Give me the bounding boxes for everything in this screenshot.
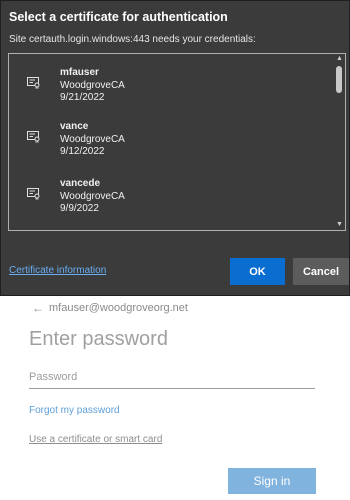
certificate-dialog: Select a certificate for authentication … (0, 0, 350, 296)
certificate-information-link[interactable]: Certificate information (9, 265, 106, 276)
certificate-details: mfauser WoodgroveCA 9/21/2022 (60, 67, 125, 105)
dialog-subtitle: Site certauth.login.windows:443 needs yo… (9, 34, 256, 45)
certificate-date: 9/21/2022 (60, 92, 105, 103)
certificate-issuer: WoodgroveCA (60, 133, 125, 145)
dialog-title: Select a certificate for authentication (9, 10, 228, 24)
certificate-list: mfauser WoodgroveCA 9/21/2022 vance Wood… (8, 53, 346, 231)
certificate-date: 9/9/2022 (60, 203, 99, 214)
certificate-issuer: WoodgroveCA (60, 190, 125, 202)
cancel-button[interactable]: Cancel (293, 258, 349, 285)
certificate-details: vance WoodgroveCA 9/12/2022 (60, 121, 125, 159)
list-scrollbar[interactable]: ▲ ▼ (334, 54, 345, 230)
certificate-item-vance[interactable]: vance WoodgroveCA 9/12/2022 (9, 121, 335, 173)
sign-in-button[interactable]: Sign in (228, 468, 316, 494)
scroll-thumb[interactable] (336, 66, 342, 93)
certificate-icon (27, 131, 40, 143)
scroll-up-icon[interactable]: ▲ (334, 54, 345, 64)
certificate-item-vancede[interactable]: vancede WoodgroveCA 9/9/2022 (9, 178, 335, 230)
scroll-down-icon[interactable]: ▼ (334, 220, 345, 230)
back-arrow-icon[interactable]: ← (32, 301, 44, 315)
ok-button[interactable]: OK (230, 258, 285, 285)
account-email: mfauser@woodgroveorg.net (49, 302, 188, 314)
certificate-issuer: WoodgroveCA (60, 79, 125, 91)
certificate-icon (27, 188, 40, 200)
page-title: Enter password (29, 328, 168, 350)
certificate-icon (27, 77, 40, 89)
certificate-details: vancede WoodgroveCA 9/9/2022 (60, 178, 125, 216)
password-field[interactable] (29, 366, 315, 389)
certificate-item-mfauser[interactable]: mfauser WoodgroveCA 9/21/2022 (9, 67, 335, 119)
certificate-name: vance (60, 121, 89, 132)
forgot-password-link[interactable]: Forgot my password (29, 405, 120, 416)
certificate-date: 9/12/2022 (60, 146, 105, 157)
use-certificate-link[interactable]: Use a certificate or smart card (29, 434, 162, 445)
certificate-name: vancede (60, 178, 101, 189)
certificate-name: mfauser (60, 67, 99, 78)
